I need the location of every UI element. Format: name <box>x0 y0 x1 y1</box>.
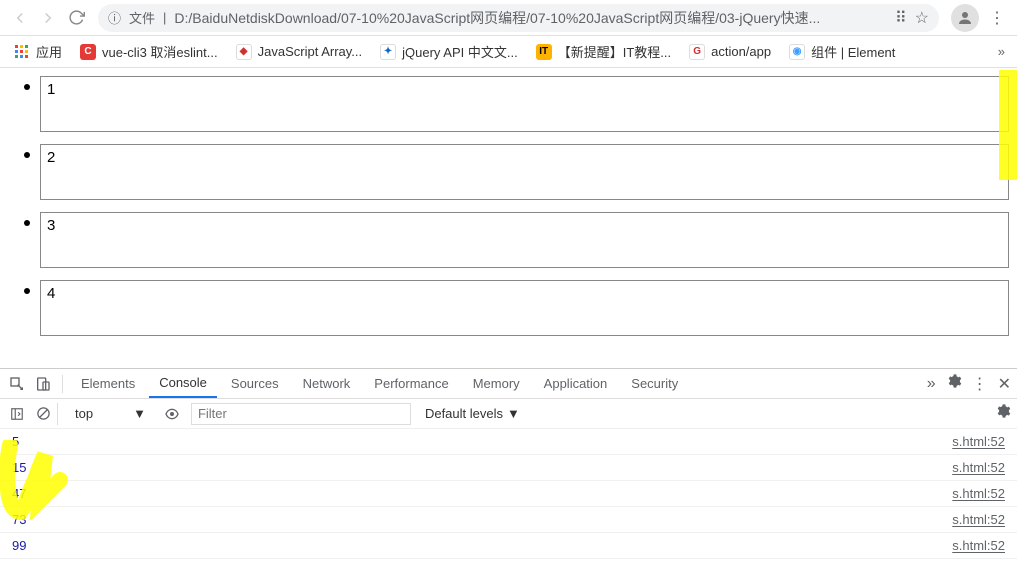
file-label: 文件 <box>129 8 155 27</box>
list-item: 4 <box>24 280 1017 336</box>
clear-console-button[interactable] <box>36 403 58 425</box>
separator: | <box>163 10 166 25</box>
bookmark-label: action/app <box>711 44 771 59</box>
profile-button[interactable] <box>951 4 979 32</box>
bookmark-icon: C <box>80 44 96 60</box>
apps-button[interactable]: 应用 <box>8 38 68 65</box>
console-settings-icon[interactable] <box>995 403 1011 424</box>
forward-button[interactable] <box>34 4 62 32</box>
tab-console[interactable]: Console <box>149 369 217 398</box>
info-icon: ⓘ <box>108 8 121 27</box>
bookmark-item[interactable]: C vue-cli3 取消eslint... <box>74 38 224 65</box>
settings-icon[interactable] <box>946 373 962 394</box>
list-item: 3 <box>24 212 1017 268</box>
browser-toolbar: ⓘ 文件 | D:/BaiduNetdiskDownload/07-10%20J… <box>0 0 1017 36</box>
text-box[interactable]: 4 <box>40 280 1009 336</box>
log-source-link[interactable]: s.html:52 <box>952 434 1005 449</box>
tab-application[interactable]: Application <box>534 370 618 397</box>
log-levels-selector[interactable]: Default levels ▼ <box>419 404 526 423</box>
bullet-icon <box>24 152 30 158</box>
console-log-row: 15 s.html:52 <box>0 455 1017 481</box>
bookmark-icon: ✦ <box>380 44 396 60</box>
translate-icon[interactable]: ⠿ <box>895 8 907 28</box>
log-value: 73 <box>12 512 26 527</box>
bookmark-item[interactable]: ◉ 组件 | Element <box>783 38 901 65</box>
bookmark-label: vue-cli3 取消eslint... <box>102 42 218 61</box>
chevron-down-icon: ▼ <box>507 406 520 421</box>
bullet-icon <box>24 288 30 294</box>
log-value: 5 <box>12 434 19 449</box>
bookmark-label: 组件 | Element <box>811 42 895 61</box>
log-source-link[interactable]: s.html:52 <box>952 460 1005 475</box>
tab-security[interactable]: Security <box>621 370 688 397</box>
console-toolbar: top ▼ Default levels ▼ <box>0 399 1017 429</box>
close-icon[interactable]: ✕ <box>998 374 1011 394</box>
more-icon[interactable]: ⋮ <box>972 374 988 394</box>
live-expression-button[interactable] <box>161 403 183 425</box>
bookmark-item[interactable]: G action/app <box>683 40 777 64</box>
levels-label: Default levels <box>425 406 503 421</box>
annotation-highlight <box>999 70 1017 180</box>
bookmark-icon: ◉ <box>789 44 805 60</box>
console-log-row: 73 s.html:52 <box>0 507 1017 533</box>
log-source-link[interactable]: s.html:52 <box>952 538 1005 553</box>
bookmark-item[interactable]: IT 【新提醒】IT教程... <box>530 38 677 65</box>
inspect-button[interactable] <box>6 373 28 395</box>
bullet-icon <box>24 220 30 226</box>
context-selector[interactable]: top ▼ <box>68 403 153 424</box>
devtools-tabs: Elements Console Sources Network Perform… <box>0 369 1017 399</box>
separator <box>62 375 63 393</box>
tab-sources[interactable]: Sources <box>221 370 289 397</box>
log-source-link[interactable]: s.html:52 <box>952 486 1005 501</box>
list-item: 2 <box>24 144 1017 200</box>
tab-network[interactable]: Network <box>293 370 361 397</box>
log-source-link[interactable]: s.html:52 <box>952 512 1005 527</box>
log-value: 15 <box>12 460 26 475</box>
bookmark-icon: G <box>689 44 705 60</box>
bookmark-label: jQuery API 中文文... <box>402 42 518 61</box>
address-bar[interactable]: ⓘ 文件 | D:/BaiduNetdiskDownload/07-10%20J… <box>98 4 939 32</box>
text-box[interactable]: 1 <box>40 76 1009 132</box>
text-box[interactable]: 2 <box>40 144 1009 200</box>
console-log-row: 47 s.html:52 <box>0 481 1017 507</box>
bookmark-icon: ◆ <box>236 44 252 60</box>
url-text: D:/BaiduNetdiskDownload/07-10%20JavaScri… <box>174 8 820 28</box>
device-toggle[interactable] <box>32 373 54 395</box>
chevron-down-icon: ▼ <box>133 406 146 421</box>
bullet-icon <box>24 84 30 90</box>
log-value: 47 <box>12 486 26 501</box>
reload-button[interactable] <box>62 4 90 32</box>
tab-memory[interactable]: Memory <box>463 370 530 397</box>
tabs-overflow[interactable]: » <box>927 375 936 393</box>
bookmark-item[interactable]: ◆ JavaScript Array... <box>230 40 369 64</box>
apps-label: 应用 <box>36 42 62 61</box>
filter-input[interactable] <box>191 403 411 425</box>
tab-performance[interactable]: Performance <box>364 370 458 397</box>
star-icon[interactable]: ☆ <box>915 8 929 28</box>
page-viewport[interactable]: 1 2 3 4 <box>0 68 1017 368</box>
tab-elements[interactable]: Elements <box>71 370 145 397</box>
console-log-row: 5 s.html:52 <box>0 429 1017 455</box>
devtools-panel: Elements Console Sources Network Perform… <box>0 368 1017 571</box>
context-label: top <box>75 406 93 421</box>
bookmark-label: 【新提醒】IT教程... <box>558 42 671 61</box>
bookmark-icon: IT <box>536 44 552 60</box>
log-value: 99 <box>12 538 26 553</box>
text-box[interactable]: 3 <box>40 212 1009 268</box>
console-output[interactable]: 5 s.html:52 15 s.html:52 47 s.html:52 73… <box>0 429 1017 571</box>
list-item: 1 <box>24 76 1017 132</box>
bookmark-item[interactable]: ✦ jQuery API 中文文... <box>374 38 524 65</box>
console-log-row: 99 s.html:52 <box>0 533 1017 559</box>
console-sidebar-toggle[interactable] <box>6 403 28 425</box>
bookmarks-overflow[interactable]: » <box>994 40 1009 63</box>
back-button[interactable] <box>6 4 34 32</box>
bookmarks-bar: 应用 C vue-cli3 取消eslint... ◆ JavaScript A… <box>0 36 1017 68</box>
menu-button[interactable]: ⋮ <box>983 4 1011 32</box>
bookmark-label: JavaScript Array... <box>258 44 363 59</box>
